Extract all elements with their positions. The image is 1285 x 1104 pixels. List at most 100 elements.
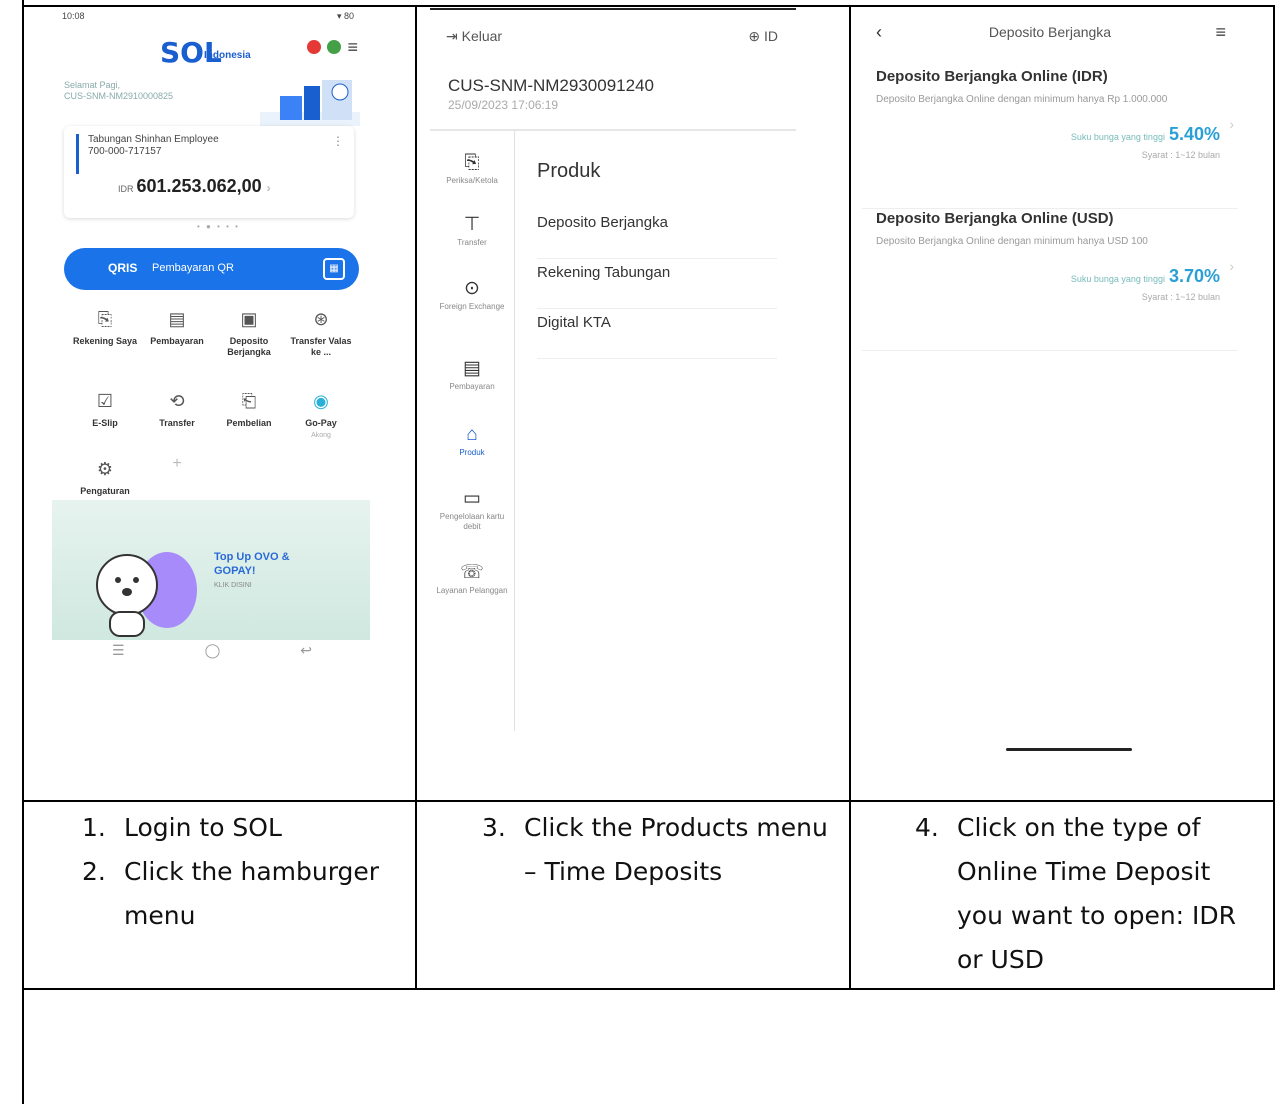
caption-step-1-2: 1. Login to SOL 2. Click the hamburger men…: [82, 806, 402, 938]
deposit-option-idr[interactable]: Deposito Berjangka Online (IDR) Deposito…: [862, 68, 1238, 209]
menu-pembelian[interactable]: ⎗ Pembelian: [214, 390, 284, 429]
menu-pembayaran[interactable]: ▤ Pembayaran: [142, 308, 212, 347]
menu-e-slip[interactable]: ☑ E-Slip: [70, 390, 140, 429]
profile-icon[interactable]: [327, 40, 342, 54]
globe-icon: ⊕: [748, 28, 764, 44]
greeting: Selamat Pagi, CUS-SNM-NM2910000825: [64, 80, 173, 102]
qr-payment-button[interactable]: QRIS Pembayaran QR ▦: [64, 248, 359, 290]
product-deposito-berjangka[interactable]: Deposito Berjangka: [537, 208, 777, 259]
menu-deposito-berjangka[interactable]: ▣ Deposito Berjangka: [214, 308, 284, 358]
account-card[interactable]: Tabungan Shinhan Employee 700-000-717157…: [64, 126, 354, 218]
sidebar-item-inquiry[interactable]: ⎘ Periksa/Ketola: [430, 152, 514, 186]
caption-item: 3. Click the Products menu – Time Deposit…: [482, 813, 828, 886]
android-nav-bar: ☰ ◯ ↩: [112, 642, 312, 659]
deposit-title: Deposito Berjangka Online (USD): [876, 210, 1114, 227]
hamburger-menu-icon[interactable]: ≡: [1215, 22, 1226, 43]
search-doc-icon: ⎘: [97, 309, 113, 329]
screenshot-menu: ⇥ Keluar ⊕ ID CUS-SNM-NM2930091240 25/09…: [430, 8, 796, 738]
more-options-icon[interactable]: ⋮: [332, 134, 344, 148]
deposit-terms: Syarat : 1~12 bulan: [1141, 292, 1220, 302]
rate-value: 3.70%: [1168, 266, 1220, 286]
promo-banner[interactable]: Top Up OVO & GOPAY! KLIK DISINI: [52, 500, 370, 640]
qr-payment-label: Pembayaran QR: [152, 262, 234, 274]
transfer-icon: ⟲: [169, 391, 185, 411]
product-icon: ⌂: [466, 424, 478, 445]
fx-icon: ⊛: [313, 309, 329, 329]
inquiry-icon: ⎘: [464, 152, 480, 173]
deposit-description: Deposito Berjangka Online dengan minimum…: [876, 94, 1168, 105]
sidebar-item-transfer[interactable]: ⊤ Transfer: [430, 214, 514, 248]
deposit-terms: Syarat : 1~12 bulan: [1141, 150, 1220, 160]
top-icons: ≡: [307, 38, 358, 56]
language-selector[interactable]: ⊕ ID: [748, 28, 778, 45]
purchase-icon: ⎗: [241, 391, 257, 411]
sidebar-item-foreign-exchange[interactable]: ⊙ Foreign Exchange: [430, 278, 514, 312]
transfer-icon: ⊤: [463, 214, 481, 235]
promo-cta: KLIK DISINI: [214, 582, 252, 589]
caption-item: 2. Click the hamburger menu: [82, 857, 380, 930]
account-name: Tabungan Shinhan Employee: [88, 134, 219, 145]
qris-logo: QRIS: [108, 261, 138, 275]
menu-go-pay[interactable]: ◉ Go-Pay Akong: [286, 390, 356, 441]
interest-rate: Suku bunga yang tinggi 5.40%: [1070, 124, 1220, 144]
recent-apps-icon[interactable]: ☰: [112, 642, 125, 659]
chevron-right-icon: ›: [1229, 116, 1234, 132]
user-id: CUS-SNM-NM2910000825: [64, 91, 174, 101]
banner-illustration: [260, 80, 360, 126]
qr-code-icon: ▦: [323, 258, 345, 280]
status-bar: 10:08 ▾ 80: [52, 8, 370, 28]
home-indicator: [1006, 748, 1132, 751]
payment-icon: ▤: [463, 358, 481, 379]
home-icon[interactable]: ◯: [205, 642, 221, 659]
account-balance: IDR 601.253.062,00 ›: [118, 176, 271, 196]
menu-rekening-saya[interactable]: ⎘ Rekening Saya: [70, 308, 140, 347]
deposit-option-usd[interactable]: Deposito Berjangka Online (USD) Deposito…: [862, 210, 1238, 351]
logout-button[interactable]: ⇥ Keluar: [446, 28, 502, 45]
mascot-illustration: [96, 552, 197, 637]
sidebar-item-payment[interactable]: ▤ Pembayaran: [430, 358, 514, 392]
balance-value: 601.253.062,00: [136, 176, 262, 196]
products-title: Produk: [537, 160, 601, 182]
page-title: Deposito Berjangka: [988, 24, 1112, 40]
screenshot-deposits: ‹ Deposito Berjangka ≡ Deposito Berjangk…: [862, 8, 1238, 788]
login-datetime: 25/09/2023 17:06:19: [448, 98, 559, 112]
product-rekening-tabungan[interactable]: Rekening Tabungan: [537, 258, 777, 309]
back-icon[interactable]: ↩: [300, 642, 312, 659]
menu-pengaturan[interactable]: ⚙ Pengaturan: [70, 458, 140, 497]
menu-transfer[interactable]: ⟲ Transfer: [142, 390, 212, 429]
menu-add-button[interactable]: +: [142, 456, 212, 472]
account-number: 700-000-717157: [88, 146, 162, 157]
bill-icon: ▤: [168, 309, 186, 329]
currency-label: IDR: [118, 184, 134, 194]
exchange-icon: ⊙: [464, 278, 480, 299]
product-digital-kta[interactable]: Digital KTA: [537, 308, 777, 359]
promo-title: Top Up OVO & GOPAY!: [214, 551, 290, 577]
chevron-right-icon: ›: [1229, 258, 1234, 274]
logo-subtitle: Indonesia: [204, 50, 251, 61]
account-accent-bar: [76, 134, 79, 174]
rate-value: 5.40%: [1168, 124, 1220, 144]
carousel-pager: • ● • • •: [197, 222, 240, 231]
hamburger-menu-icon[interactable]: ≡: [347, 38, 358, 56]
header-divider: [430, 129, 796, 131]
status-icons: ▾ 80: [336, 11, 354, 21]
deposit-icon: ▣: [240, 309, 258, 329]
gopay-icon: ◉: [313, 391, 329, 411]
deposit-description: Deposito Berjangka Online dengan minimum…: [876, 236, 1148, 247]
customer-id: CUS-SNM-NM2930091240: [448, 76, 654, 95]
caption-item: 4. Click on the type of Online Time Depos…: [915, 813, 1237, 974]
sidebar-item-debit-card[interactable]: ▭ Pengelolaan kartu debit: [430, 488, 514, 532]
sidebar-item-customer-service[interactable]: ☏ Layanan Pelanggan: [430, 562, 514, 596]
caption-step-4: 4. Click on the type of Online Time Depos…: [915, 806, 1260, 982]
sidebar-divider: [514, 131, 515, 731]
sidebar-item-products[interactable]: ⌂ Produk: [430, 424, 514, 458]
status-time: 10:08: [62, 11, 85, 21]
column-divider-2: [849, 5, 851, 990]
screenshot-home: 10:08 ▾ 80 SOL Indonesia ≡ Selamat Pagi,…: [52, 8, 370, 668]
logout-icon: ⇥: [446, 28, 462, 44]
menu-transfer-valas[interactable]: ⊛ Transfer Valas ke ...: [286, 308, 356, 358]
column-divider-1: [415, 5, 417, 990]
card-icon: ▭: [463, 488, 481, 509]
notification-icon[interactable]: [307, 40, 322, 54]
interest-rate: Suku bunga yang tinggi 3.70%: [1070, 266, 1220, 286]
